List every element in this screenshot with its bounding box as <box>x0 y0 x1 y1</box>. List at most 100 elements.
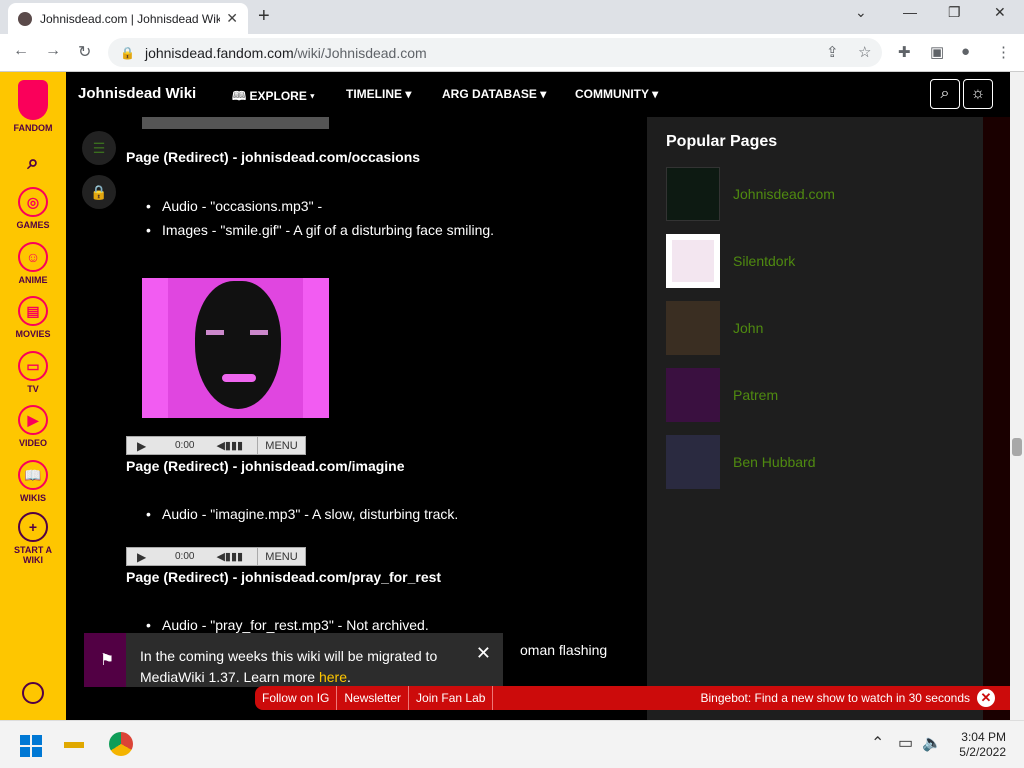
volume-icon[interactable]: ◀▮▮▮ <box>216 550 243 563</box>
popular-page-item[interactable]: Johnisdead.com <box>666 167 966 221</box>
browser-toolbar: ← → ↻ 🔒 johnisdead.fandom.com/wiki/Johni… <box>0 34 1024 72</box>
migration-message: In the coming weeks this wiki will be mi… <box>140 646 470 688</box>
share-icon[interactable]: ⇪ <box>826 43 839 61</box>
url-text: johnisdead.fandom.com/wiki/Johnisdead.co… <box>145 45 427 61</box>
bookmark-star-icon[interactable]: ☆ <box>858 43 871 61</box>
nav-arg-database[interactable]: ARG DATABASE ▾ <box>442 87 546 101</box>
sidebar-item-label: GAMES <box>16 220 50 230</box>
list-item: Images - "smile.gif" - A gif of a distur… <box>146 222 494 238</box>
smile-gif-image[interactable] <box>142 278 329 418</box>
restore-icon[interactable]: ❐ <box>948 4 961 21</box>
back-icon[interactable]: ← <box>13 42 29 60</box>
wiki-search-button[interactable]: ⌕ <box>930 79 960 109</box>
thumbnail <box>666 234 720 288</box>
flag-icon: ⚑ <box>88 633 126 687</box>
sidebar-item-video[interactable]: ▶ VIDEO <box>0 405 66 448</box>
audio-player-imagine[interactable]: ▶ 0:00 ◀▮▮▮ MENU <box>126 547 306 566</box>
close-window-icon[interactable]: ✕ <box>994 4 1006 21</box>
list-item: Audio - "imagine.mp3" - A slow, disturbi… <box>146 506 458 522</box>
sidebar-item-anime[interactable]: ☺ ANIME <box>0 242 66 285</box>
sidebar-item-start-a-wiki[interactable]: + START A WIKI <box>0 512 66 565</box>
profile-icon[interactable]: ● <box>961 43 970 60</box>
forward-icon[interactable]: → <box>45 42 61 60</box>
migration-notice: ⚑ In the coming weeks this wiki will be … <box>84 633 503 687</box>
audio-player-occasions[interactable]: ▶ 0:00 ◀▮▮▮ MENU <box>126 436 306 455</box>
tray-chevron-icon[interactable]: ⌃ <box>871 733 884 753</box>
sidebar-item-label: ANIME <box>18 275 48 285</box>
popular-page-item[interactable]: Patrem <box>666 368 966 422</box>
thumbnail <box>666 368 720 422</box>
volume-icon[interactable]: ◀▮▮▮ <box>216 439 243 452</box>
reload-icon[interactable]: ↻ <box>78 42 91 62</box>
close-promo-icon[interactable]: ✕ <box>977 689 995 707</box>
popular-page-link[interactable]: Patrem <box>733 387 778 403</box>
thumbnail <box>666 301 720 355</box>
sidebar-item-label: START A WIKI <box>14 545 52 565</box>
bingebot-link[interactable]: Bingebot: Find a new show to watch in 30… <box>701 691 971 705</box>
user-account-icon[interactable] <box>0 682 66 704</box>
favicon-icon <box>18 11 32 26</box>
tv-icon: ▭ <box>18 351 48 381</box>
file-explorer-icon[interactable]: ▬ <box>64 731 84 754</box>
fandom-logo[interactable]: FANDOM <box>0 80 66 133</box>
toc-button[interactable]: ☰ <box>82 131 116 165</box>
search-icon[interactable]: ⌕ <box>0 152 66 175</box>
section-heading-pray-for-rest: Page (Redirect) - johnisdead.com/pray_fo… <box>126 569 442 585</box>
play-icon[interactable]: ▶ <box>137 550 151 564</box>
nav-timeline[interactable]: TIMELINE ▾ <box>346 87 411 101</box>
extensions-icon[interactable]: ✚ <box>898 43 911 61</box>
popular-page-item[interactable]: Silentdork <box>666 234 966 288</box>
anime-icon: ☺ <box>18 242 48 272</box>
tab-title: Johnisdead.com | Johnisdead Wiki <box>40 11 221 26</box>
sidebar-item-wikis[interactable]: 📖 WIKIS <box>0 460 66 503</box>
sidebar-item-label: VIDEO <box>18 438 47 448</box>
audio-menu-button[interactable]: MENU <box>257 548 305 565</box>
new-tab-icon[interactable]: + <box>258 5 270 28</box>
popular-page-item[interactable]: John <box>666 301 966 355</box>
close-tab-icon[interactable]: ✕ <box>226 10 238 27</box>
scrollbar-thumb[interactable] <box>1012 438 1022 456</box>
chrome-icon[interactable] <box>109 732 133 756</box>
nav-explore-label: EXPLORE <box>249 89 307 103</box>
windows-start-icon[interactable] <box>20 735 42 757</box>
lock-page-button[interactable]: 🔒 <box>82 175 116 209</box>
clock-time: 3:04 PM <box>961 730 1006 744</box>
popular-page-link[interactable]: John <box>733 320 763 336</box>
wiki-title[interactable]: Johnisdead Wiki <box>78 85 196 102</box>
volume-icon[interactable]: 🔈 <box>922 733 942 753</box>
popular-page-link[interactable]: Ben Hubbard <box>733 454 816 470</box>
page-scrollbar[interactable] <box>1010 72 1024 720</box>
follow-ig-link[interactable]: Follow on IG <box>255 686 338 710</box>
newsletter-link[interactable]: Newsletter <box>337 686 410 710</box>
fandom-heart-icon <box>18 80 48 120</box>
popular-pages-title: Popular Pages <box>666 133 778 150</box>
thumbnail <box>666 435 720 489</box>
play-icon[interactable]: ▶ <box>137 439 151 453</box>
browser-chrome: Johnisdead.com | Johnisdead Wiki ✕ + ⌄ —… <box>0 0 1024 72</box>
popular-page-item[interactable]: Ben Hubbard <box>666 435 966 489</box>
browser-window: Johnisdead.com | Johnisdead Wiki ✕ + ⌄ —… <box>0 0 1024 768</box>
popular-page-link[interactable]: Johnisdead.com <box>733 186 835 202</box>
audio-menu-button[interactable]: MENU <box>257 437 305 454</box>
close-notice-icon[interactable]: ✕ <box>476 643 491 664</box>
wikis-icon: 📖 <box>18 460 48 490</box>
sidebar-item-games[interactable]: ◎ GAMES <box>0 187 66 230</box>
lock-icon: 🔒 <box>120 45 135 60</box>
theme-toggle-button[interactable]: ☼ <box>963 79 993 109</box>
taskbar-clock[interactable]: 3:04 PM 5/2/2022 <box>959 730 1006 760</box>
plus-icon: + <box>18 512 48 542</box>
nav-explore[interactable]: 🕮 EXPLORE ▾ <box>232 87 315 108</box>
side-panel-icon[interactable]: ▣ <box>930 43 944 61</box>
address-bar[interactable]: 🔒 johnisdead.fandom.com/wiki/Johnisdead.… <box>108 38 882 67</box>
network-icon[interactable]: ▭ <box>898 733 913 753</box>
nav-community[interactable]: COMMUNITY ▾ <box>575 87 658 101</box>
sidebar-item-movies[interactable]: ▤ MOVIES <box>0 296 66 339</box>
minimize-icon[interactable]: — <box>903 4 917 20</box>
tab-search-icon[interactable]: ⌄ <box>855 4 867 21</box>
menu-kebab-icon[interactable]: ⋮ <box>996 43 1011 61</box>
sidebar-item-tv[interactable]: ▭ TV <box>0 351 66 394</box>
popular-page-link[interactable]: Silentdork <box>733 253 795 269</box>
join-fan-lab-link[interactable]: Join Fan Lab <box>409 686 494 710</box>
learn-more-link[interactable]: here <box>319 669 347 685</box>
browser-tab[interactable]: Johnisdead.com | Johnisdead Wiki ✕ <box>8 3 248 34</box>
